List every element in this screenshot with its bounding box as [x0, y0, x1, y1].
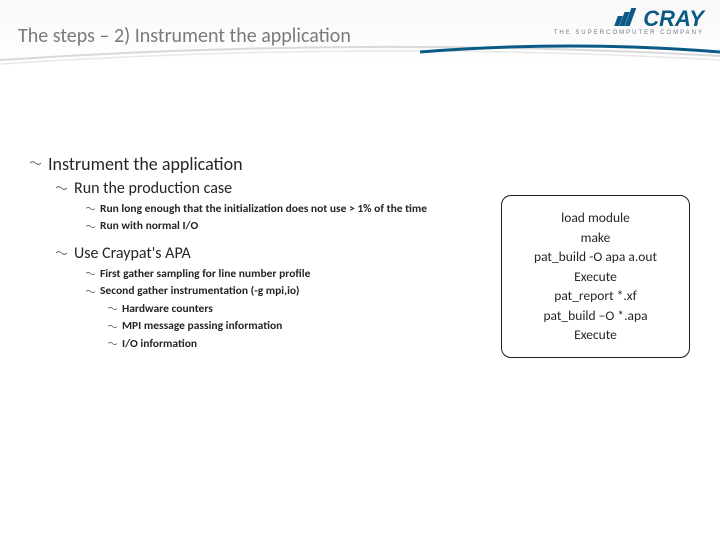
brand-tagline: THE SUPERCOMPUTER COMPANY [554, 30, 704, 36]
card-line: Execute [508, 267, 683, 287]
bullet-l2: Use Craypat's APA [56, 243, 460, 265]
card-line: pat_build -O apa a.out [508, 247, 683, 267]
slide: The steps – 2) Instrument the applicatio… [0, 0, 720, 540]
bullet-l3: Run with normal I/O [86, 219, 460, 235]
bullet-l3: Second gather instrumentation (-g mpi,io… [86, 284, 460, 300]
bullet-l2: Run the production case [56, 178, 460, 200]
card-line: Execute [508, 325, 683, 345]
header-swoosh-icon [0, 42, 720, 72]
brand-name: CRAY [643, 6, 704, 32]
brand-logo: CRAY THE SUPERCOMPUTER COMPANY [554, 6, 704, 36]
bullet-l4: Hardware counters [108, 302, 460, 318]
command-card: load module make pat_build -O apa a.out … [501, 195, 690, 358]
bullet-l4: MPI message passing information [108, 319, 460, 335]
card-line: pat_build –O *.apa [508, 306, 683, 326]
bullet-l3: First gather sampling for line number pr… [86, 267, 460, 283]
bullet-l4: I/O information [108, 337, 460, 353]
header: The steps – 2) Instrument the applicatio… [0, 0, 720, 70]
content-body: Instrument the application Run the produ… [30, 150, 460, 354]
bullet-l3: Run long enough that the initialization … [86, 202, 460, 218]
card-line: make [508, 228, 683, 248]
bullet-l1: Instrument the application [30, 152, 460, 176]
logo-bars-icon [616, 8, 634, 31]
card-line: load module [508, 208, 683, 228]
card-line: pat_report *.xf [508, 286, 683, 306]
